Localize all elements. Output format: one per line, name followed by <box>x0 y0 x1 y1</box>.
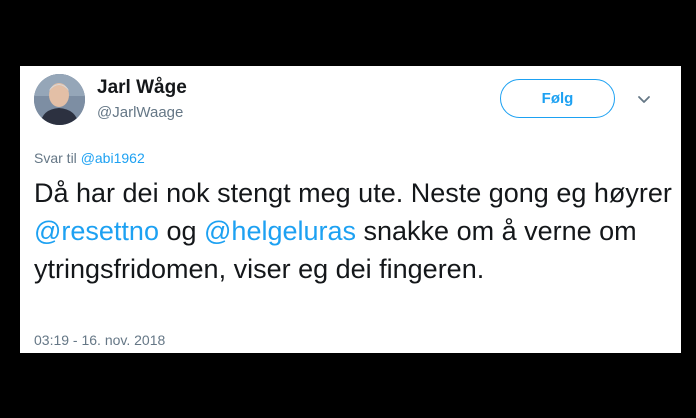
reply-context: Svar til @abi1962 <box>34 150 145 166</box>
avatar[interactable] <box>34 74 85 125</box>
chevron-down-icon[interactable] <box>635 90 653 108</box>
user-handle[interactable]: @JarlWaage <box>97 104 183 121</box>
mention-link-resettno[interactable]: @resettno <box>34 216 159 246</box>
tweet-card: Jarl Wåge @JarlWaage Følg Svar til @abi1… <box>20 66 681 353</box>
tweet-text: Då har dei nok stengt meg ute. Neste gon… <box>34 174 674 288</box>
tweet-text-segment: og <box>158 216 205 246</box>
mention-link-helgeluras[interactable]: @helgeluras <box>204 216 356 246</box>
tweet-text-segment: Då har dei nok stengt meg ute. Neste gon… <box>34 178 672 208</box>
follow-button[interactable]: Følg <box>500 79 615 118</box>
user-name[interactable]: Jarl Wåge <box>97 77 187 99</box>
reply-prefix: Svar til <box>34 150 77 166</box>
tweet-timestamp[interactable]: 03:19 - 16. nov. 2018 <box>34 332 165 348</box>
reply-mention-link[interactable]: @abi1962 <box>81 150 145 166</box>
